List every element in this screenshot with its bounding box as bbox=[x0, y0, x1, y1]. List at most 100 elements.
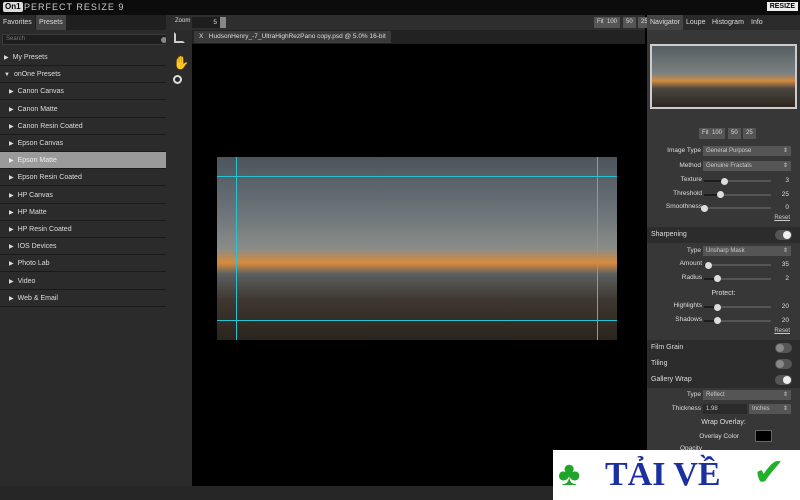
preset-item[interactable]: ▶ Epson Matte bbox=[0, 152, 166, 170]
preset-item[interactable]: ▶ Canon Resin Coated bbox=[0, 118, 166, 135]
texture-slider-handle[interactable] bbox=[720, 177, 728, 185]
zoom-label: Zoom bbox=[175, 18, 191, 24]
sharpen-type-label: Type bbox=[686, 247, 701, 254]
threshold-label: Threshold bbox=[673, 189, 702, 197]
preset-label: HP Resin Coated bbox=[17, 226, 72, 233]
tiling-toggle[interactable] bbox=[775, 359, 792, 369]
chevron-right-icon: ▶ bbox=[4, 55, 9, 61]
tab-loupe[interactable]: Loupe bbox=[683, 15, 708, 30]
image-type-select[interactable]: General Purpose ⇕ bbox=[703, 146, 791, 156]
preset-item[interactable]: ▶ IOS Devices bbox=[0, 238, 166, 256]
smoothness-slider[interactable] bbox=[700, 204, 771, 212]
nav-50-button[interactable]: 50 bbox=[728, 128, 741, 139]
sharpening-section[interactable]: Sharpening bbox=[647, 227, 800, 243]
shadows-slider-handle[interactable] bbox=[713, 317, 721, 324]
navigator-thumbnail[interactable] bbox=[650, 44, 797, 109]
preset-item[interactable]: ▶ HP Resin Coated bbox=[0, 221, 166, 238]
preset-item[interactable]: ▼ onOne Presets bbox=[0, 66, 166, 84]
preset-label: IOS Devices bbox=[17, 243, 57, 251]
preset-item[interactable]: ▶ Web & Email bbox=[0, 290, 166, 307]
smoothness-slider-handle[interactable] bbox=[700, 204, 708, 212]
threshold-slider[interactable] bbox=[704, 191, 771, 198]
method-select[interactable]: Genuine Fractals ⇕ bbox=[703, 161, 791, 171]
chevron-right-icon: ▶ bbox=[9, 261, 14, 268]
wrap-overlay-heading: Wrap Overlay: bbox=[701, 419, 746, 426]
search-input[interactable]: Search bbox=[2, 34, 170, 45]
presets-panel: Favorites Presets Search ▶ My Presets ▼ onO… bbox=[0, 15, 170, 500]
image-canvas[interactable] bbox=[217, 157, 617, 340]
amount-slider[interactable] bbox=[704, 261, 771, 269]
crop-tool-icon[interactable] bbox=[174, 32, 185, 43]
nav-25-button[interactable]: 25 bbox=[743, 128, 756, 139]
amount-value: 35 bbox=[781, 261, 789, 268]
tiling-section[interactable]: Tiling bbox=[647, 356, 800, 372]
select-arrows-icon: ⇕ bbox=[782, 163, 788, 169]
view-100-button[interactable]: 100 bbox=[604, 17, 621, 28]
preset-item[interactable]: ▶ My Presets bbox=[0, 49, 166, 66]
sharpening-toggle[interactable] bbox=[775, 230, 792, 240]
preset-label: HP Canvas bbox=[17, 191, 53, 199]
chevron-right-icon: ▶ bbox=[9, 141, 14, 147]
chevron-right-icon: ▶ bbox=[9, 106, 14, 113]
method-label: Method bbox=[679, 162, 701, 169]
watermark-logo: ♣ TẢI VỀ ✔ bbox=[553, 450, 800, 500]
sharpen-reset-link[interactable]: Reset bbox=[774, 328, 790, 334]
preset-label: My Presets bbox=[12, 54, 48, 61]
crop-guide-bottom[interactable] bbox=[217, 320, 617, 321]
crop-guide-right[interactable] bbox=[597, 157, 598, 340]
highlights-slider-handle[interactable] bbox=[713, 303, 721, 311]
tab-favorites[interactable]: Favorites bbox=[0, 15, 35, 30]
thickness-unit-select[interactable]: Inches ⇕ bbox=[749, 404, 791, 414]
amount-slider-handle[interactable] bbox=[705, 261, 713, 269]
document-title: HudsonHenry_-7_UltraHighRezPano copy.psd… bbox=[208, 33, 386, 40]
film-grain-section[interactable]: Film Grain bbox=[647, 340, 800, 356]
tab-info[interactable]: Info bbox=[748, 15, 766, 30]
preset-item[interactable]: ▶ HP Matte bbox=[0, 204, 166, 221]
close-tab-icon[interactable]: X bbox=[199, 33, 203, 40]
preset-label: onOne Presets bbox=[13, 71, 61, 79]
texture-slider[interactable] bbox=[704, 177, 771, 185]
nav-100-button[interactable]: 100 bbox=[709, 128, 726, 139]
preset-item[interactable]: ▶ Photo Lab bbox=[0, 255, 166, 273]
hand-tool-icon[interactable]: ✋ bbox=[173, 55, 189, 71]
smoothness-label: Smoothness bbox=[665, 203, 702, 210]
select-arrows-icon: ⇕ bbox=[782, 392, 788, 398]
view-50-button[interactable]: 50 bbox=[623, 17, 636, 28]
resize-reset-link[interactable]: Reset bbox=[774, 215, 790, 221]
radius-slider-handle[interactable] bbox=[713, 275, 721, 282]
preset-item[interactable]: ▶ Video bbox=[0, 273, 166, 290]
shadows-slider[interactable] bbox=[704, 317, 771, 324]
crop-guide-left[interactable] bbox=[236, 157, 237, 340]
preset-item[interactable]: ▶ Canon Canvas bbox=[0, 83, 166, 101]
thickness-input[interactable]: 1.98 bbox=[703, 404, 747, 414]
film-grain-toggle[interactable] bbox=[775, 343, 792, 353]
crop-guide-top[interactable] bbox=[217, 176, 617, 177]
preset-item[interactable]: ▶ Epson Canvas bbox=[0, 135, 166, 152]
tab-navigator[interactable]: Navigator bbox=[647, 15, 683, 30]
resize-button[interactable]: RESIZE bbox=[766, 2, 798, 11]
chevron-right-icon: ▶ bbox=[9, 209, 14, 216]
preset-item[interactable]: ▶ HP Canvas bbox=[0, 187, 166, 204]
watermark-text: TẢI VỀ bbox=[605, 456, 721, 493]
threshold-slider-handle[interactable] bbox=[717, 191, 725, 198]
gallery-wrap-toggle[interactable] bbox=[775, 375, 792, 385]
radius-slider[interactable] bbox=[704, 275, 771, 282]
protect-heading: Protect: bbox=[711, 290, 736, 297]
sharpen-type-select[interactable]: Unsharp Mask ⇕ bbox=[703, 246, 791, 256]
overlay-color-swatch[interactable] bbox=[755, 430, 772, 442]
chevron-right-icon: ▶ bbox=[9, 227, 14, 233]
tab-presets[interactable]: Presets bbox=[36, 15, 66, 30]
shadows-label: Shadows bbox=[675, 315, 702, 323]
tab-histogram[interactable]: Histogram bbox=[709, 15, 747, 30]
chevron-right-icon: ▶ bbox=[9, 244, 14, 251]
wrap-type-select[interactable]: Reflect ⇕ bbox=[703, 390, 791, 400]
zoom-input[interactable]: 5 bbox=[192, 17, 220, 28]
preset-item[interactable]: ▶ Epson Resin Coated bbox=[0, 169, 166, 187]
zoom-tool-icon[interactable] bbox=[173, 75, 182, 84]
thickness-label: Thickness bbox=[671, 405, 701, 412]
preset-item[interactable]: ▶ Canon Matte bbox=[0, 101, 166, 118]
highlights-slider[interactable] bbox=[704, 303, 771, 311]
zoom-dropdown-icon[interactable] bbox=[220, 17, 226, 28]
document-tab[interactable]: X HudsonHenry_-7_UltraHighRezPano copy.p… bbox=[194, 31, 391, 43]
gallery-wrap-section[interactable]: Gallery Wrap bbox=[647, 372, 800, 388]
